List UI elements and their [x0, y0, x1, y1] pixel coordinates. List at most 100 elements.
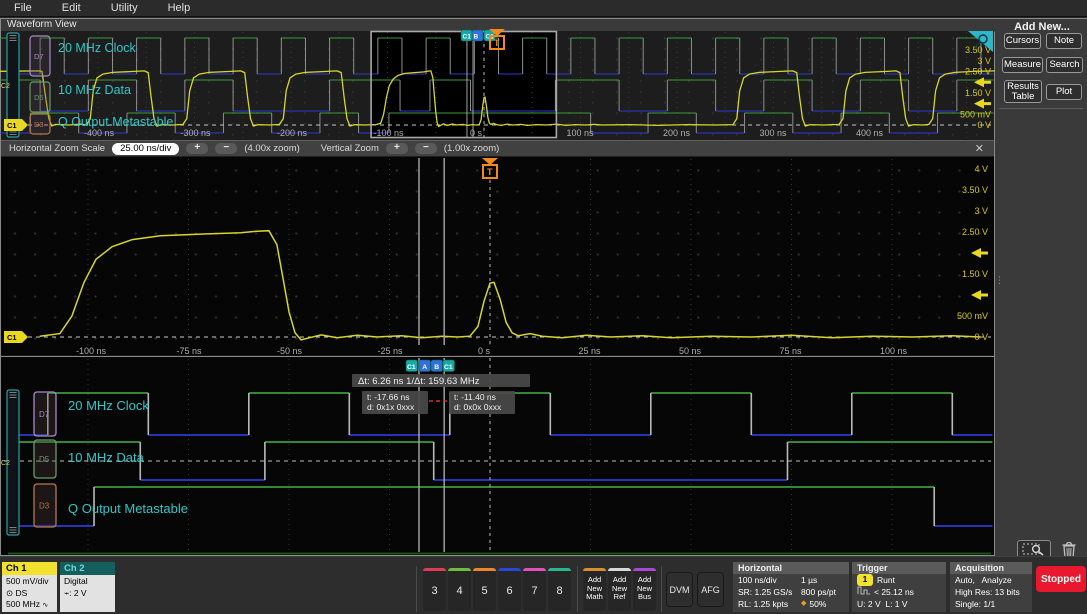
measure-button[interactable]: Measure	[1002, 57, 1043, 73]
add-new-bus-button[interactable]: Add New Bus	[633, 568, 656, 611]
h-zoom-minus-button[interactable]: −	[215, 143, 238, 154]
trigger-lower-level-arrow	[974, 98, 991, 109]
v-zoom-minus-button[interactable]: −	[414, 143, 437, 154]
h-record-length: RL: 1.25 kpts	[738, 599, 789, 609]
zoom-volt-label: 3 V	[974, 206, 988, 216]
channel-2-name: Ch 2	[60, 562, 115, 575]
channel-7-button[interactable]: 7	[523, 568, 546, 611]
channel-label: 10 MHz Data	[68, 450, 145, 465]
zoom-volt-label: 2.50 V	[962, 227, 988, 237]
channel-label: Q Output Metastable	[58, 115, 173, 129]
overview-volt-label: 3 V	[977, 56, 991, 66]
add-new-math-button[interactable]: Add New Math	[583, 568, 606, 611]
cursor-b-data: d: 0x0x 0xxx	[454, 402, 502, 412]
ch2-threshold: : 2 V	[69, 587, 87, 598]
channel-5-label: 5	[481, 585, 488, 597]
menu-edit[interactable]: Edit	[62, 2, 81, 14]
results-table-button[interactable]: Results Table	[1004, 80, 1042, 103]
v-zoom-plus-button[interactable]: +	[385, 143, 408, 154]
overview-volt-label: 2.50 V	[965, 67, 991, 77]
cursor-badge-label: C1	[407, 364, 416, 371]
overview-time-tick-label: 300 ns	[760, 128, 788, 138]
channel-8-button[interactable]: 8	[548, 568, 571, 611]
bandwidth-icon: ∿	[42, 602, 49, 609]
overview-time-tick-label: -200 ns	[277, 128, 308, 138]
overview-time-tick-label: 100 ns	[567, 128, 595, 138]
overview-trigger-flag-label: T	[494, 38, 500, 48]
overview-waveform-panel[interactable]: -400 ns -300 ns -200 ns -100 ns 0 s 100 ns 200…	[0, 29, 996, 140]
delta-t-readout: Δt: 6.26 ns 1/Δt: 159.63 MHz	[358, 376, 480, 387]
channel-label: 10 MHz Data	[58, 83, 131, 97]
d5-badge-label: D5	[34, 93, 44, 102]
ch1-analog-zoom-trace	[39, 229, 981, 341]
channel-6-label: 6	[506, 585, 513, 597]
search-button[interactable]: Search	[1046, 57, 1083, 73]
digital-zoom-waveform-panel[interactable]: C1 A B C1 Δt: 6.26 ns 1/Δt: 159.63 MHz t: -17…	[0, 357, 995, 556]
channel-1-badge[interactable]: Ch 1 500 mV/div ⊙ DS 500 MHz ∿	[2, 562, 57, 612]
h-zoom-plus-button[interactable]: +	[186, 143, 209, 154]
afg-button[interactable]: AFG	[697, 572, 724, 607]
cursors-button[interactable]: Cursors	[1004, 33, 1041, 49]
overview-time-tick-label: 200 ns	[663, 128, 691, 138]
channel-label: 20 MHz Clock	[58, 41, 137, 55]
dvm-button[interactable]: DVM	[666, 572, 693, 607]
acquisition-panel[interactable]: Acquisition Auto, Analyze High Res: 13 b…	[950, 562, 1032, 612]
trigger-source-badge: 1	[857, 574, 873, 586]
channel-4-label: 4	[456, 585, 463, 597]
add-new-ref-button[interactable]: Add New Ref	[608, 568, 631, 611]
probe-icon: ⊙	[6, 587, 14, 598]
zoom-select-icon	[1022, 543, 1044, 556]
close-zoom-bar-icon[interactable]: ✕	[975, 142, 984, 155]
zoom-time-tick-label: 75 ns	[780, 346, 803, 356]
cursor-a-data: d: 0x1x 0xxx	[367, 402, 415, 412]
runt-pulse-icon	[857, 586, 870, 595]
cursor-b-time: t: -11.40 ns	[454, 392, 496, 402]
zoom-time-tick-label: 0 s	[478, 346, 491, 356]
ch1-position-badge-label: C1	[7, 121, 17, 130]
plot-button[interactable]: Plot	[1046, 84, 1082, 100]
trigger-width: < 25.12 ns	[874, 587, 914, 597]
trigger-position-icon: ◆	[801, 600, 807, 607]
analog-zoom-waveform-panel[interactable]: T -100 ns -75 ns -50 ns -25 ns 0 s 25 ns 50 ns 7…	[0, 157, 995, 358]
horizontal-panel-title: Horizontal	[733, 562, 849, 574]
zoom-time-tick-label: 100 ns	[880, 346, 908, 356]
trigger-panel[interactable]: Trigger 1 Runt < 25.12 ns U: 2 V L: 1 V	[852, 562, 946, 612]
ch2-mode: Digital	[64, 576, 88, 586]
overview-time-tick-label: -400 ns	[84, 128, 115, 138]
overview-time-tick-label: 0 s	[470, 128, 483, 138]
channel-5-button[interactable]: 5	[473, 568, 496, 611]
h-zoom-scale-label: Horizontal Zoom Scale	[9, 143, 106, 154]
trigger-upper-level-arrow	[974, 77, 991, 88]
trigger-lower-level-arrow	[971, 290, 988, 300]
menu-help[interactable]: Help	[168, 2, 191, 14]
zoom-time-tick-label: -25 ns	[378, 346, 404, 356]
horizontal-panel[interactable]: Horizontal 100 ns/div 1 µs SR: 1.25 GS/s 8…	[733, 562, 849, 612]
cursor-badge-label: A	[422, 364, 427, 371]
stopped-status-button[interactable]: Stopped	[1036, 566, 1086, 592]
d5-badge-label: D5	[39, 455, 50, 464]
ch1-mode: DS	[15, 587, 28, 598]
menu-bar: File Edit Utility Help	[0, 0, 1087, 17]
zoom-trigger-flag-label: T	[487, 167, 493, 177]
note-button[interactable]: Note	[1046, 33, 1082, 49]
overview-volt-label: 500 mV	[960, 109, 991, 119]
channel-1-name: Ch 1	[2, 562, 57, 575]
acquisition-panel-title: Acquisition	[950, 562, 1032, 574]
menu-utility[interactable]: Utility	[111, 2, 138, 14]
overview-zoom-box-fill	[371, 31, 557, 138]
add-new-title: Add New...	[1014, 21, 1070, 33]
channel-4-button[interactable]: 4	[448, 568, 471, 611]
channel-2-badge[interactable]: Ch 2 Digital ⌁: 2 V	[60, 562, 115, 612]
h-zoom-scale-input[interactable]: 25.00 ns/div	[112, 142, 180, 155]
cursor-badge-label: C1	[444, 364, 453, 371]
sidebar-drag-handle-icon[interactable]: ⋮	[995, 276, 1004, 316]
zoom-volt-label: 0 V	[974, 332, 988, 342]
v-zoom-factor-label: (1.00x zoom)	[443, 143, 500, 154]
channel-7-label: 7	[531, 585, 538, 597]
menu-file[interactable]: File	[14, 2, 32, 14]
zoom-time-tick-label: 50 ns	[679, 346, 702, 356]
d3-badge-label: D3	[34, 120, 44, 129]
channel-6-button[interactable]: 6	[498, 568, 521, 611]
channel-3-button[interactable]: 3	[423, 568, 446, 611]
oscilloscope-app: File Edit Utility Help Waveform View -40…	[0, 0, 1087, 614]
